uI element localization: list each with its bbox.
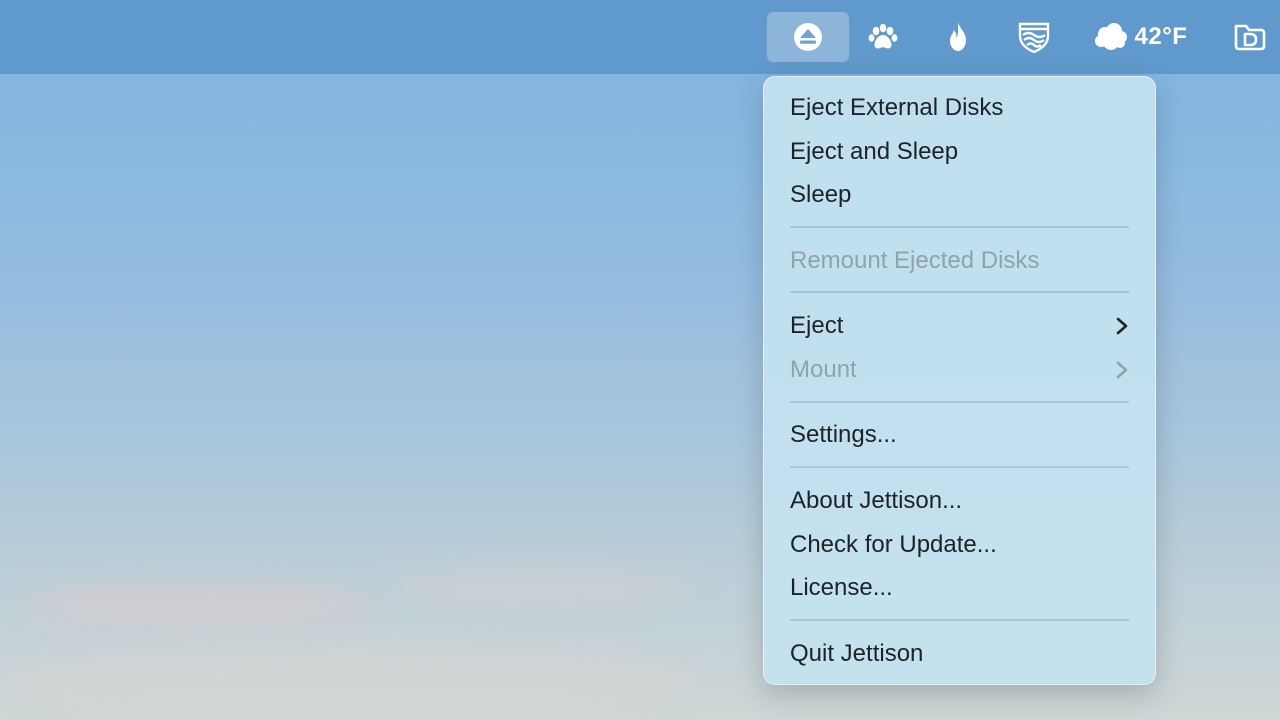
menu-item-eject-and-sleep[interactable]: Eject and Sleep <box>790 132 1129 172</box>
menu-separator <box>790 619 1129 621</box>
temperature-label: 42°F <box>1134 23 1188 50</box>
menu-item-label: Eject and Sleep <box>790 138 959 165</box>
eject-menu-extra[interactable] <box>767 12 849 62</box>
menu-item-mount-submenu: Mount <box>790 350 1129 390</box>
chevron-right-icon <box>1116 317 1128 335</box>
menu-item-label: Sleep <box>790 181 852 208</box>
background-cloud <box>380 565 700 605</box>
menu-item-label: Eject <box>790 312 844 339</box>
menu-item-label: About Jettison... <box>790 487 963 514</box>
menu-item-label: Quit Jettison <box>790 640 924 667</box>
menu-item-eject-external-disks[interactable]: Eject External Disks <box>790 88 1129 128</box>
paw-menu-extra[interactable] <box>858 12 908 62</box>
folder-menu-extra[interactable] <box>1228 12 1272 62</box>
menu-separator <box>790 291 1129 293</box>
menu-item-label: Settings... <box>790 421 897 448</box>
menu-item-check-for-update[interactable]: Check for Update... <box>790 525 1129 565</box>
cloud-icon <box>1094 23 1127 50</box>
weather-menu-extra[interactable]: 42°F <box>1084 12 1196 62</box>
menu-item-settings[interactable]: Settings... <box>790 415 1129 455</box>
menu-item-sleep[interactable]: Sleep <box>790 175 1129 215</box>
background-cloud <box>20 585 380 625</box>
menu-item-about[interactable]: About Jettison... <box>790 481 1129 521</box>
menu-separator <box>790 226 1129 228</box>
jettison-dropdown-menu: Eject External Disks Eject and Sleep Sle… <box>763 76 1156 685</box>
flame-menu-extra[interactable] <box>936 12 980 62</box>
menu-item-eject-submenu[interactable]: Eject <box>790 306 1129 346</box>
background-cloud <box>0 640 700 720</box>
shield-menu-extra[interactable] <box>1010 12 1058 62</box>
menu-item-remount-ejected-disks: Remount Ejected Disks <box>790 241 1129 281</box>
flame-icon <box>950 22 966 51</box>
menu-item-label: Eject External Disks <box>790 94 1004 121</box>
folder-d-icon <box>1234 24 1266 51</box>
menu-item-label: Remount Ejected Disks <box>790 247 1040 274</box>
menu-item-label: Mount <box>790 356 857 383</box>
paw-icon <box>868 23 898 49</box>
menu-item-license[interactable]: License... <box>790 568 1129 608</box>
menu-item-label: Check for Update... <box>790 531 997 558</box>
menu-item-quit[interactable]: Quit Jettison <box>790 634 1129 674</box>
eject-icon <box>794 23 822 51</box>
shield-wave-icon <box>1018 22 1050 54</box>
menu-bar: 42°F <box>0 0 1280 74</box>
menu-separator <box>790 466 1129 468</box>
menu-separator <box>790 401 1129 403</box>
menu-item-label: License... <box>790 574 893 601</box>
chevron-right-icon <box>1116 361 1128 379</box>
